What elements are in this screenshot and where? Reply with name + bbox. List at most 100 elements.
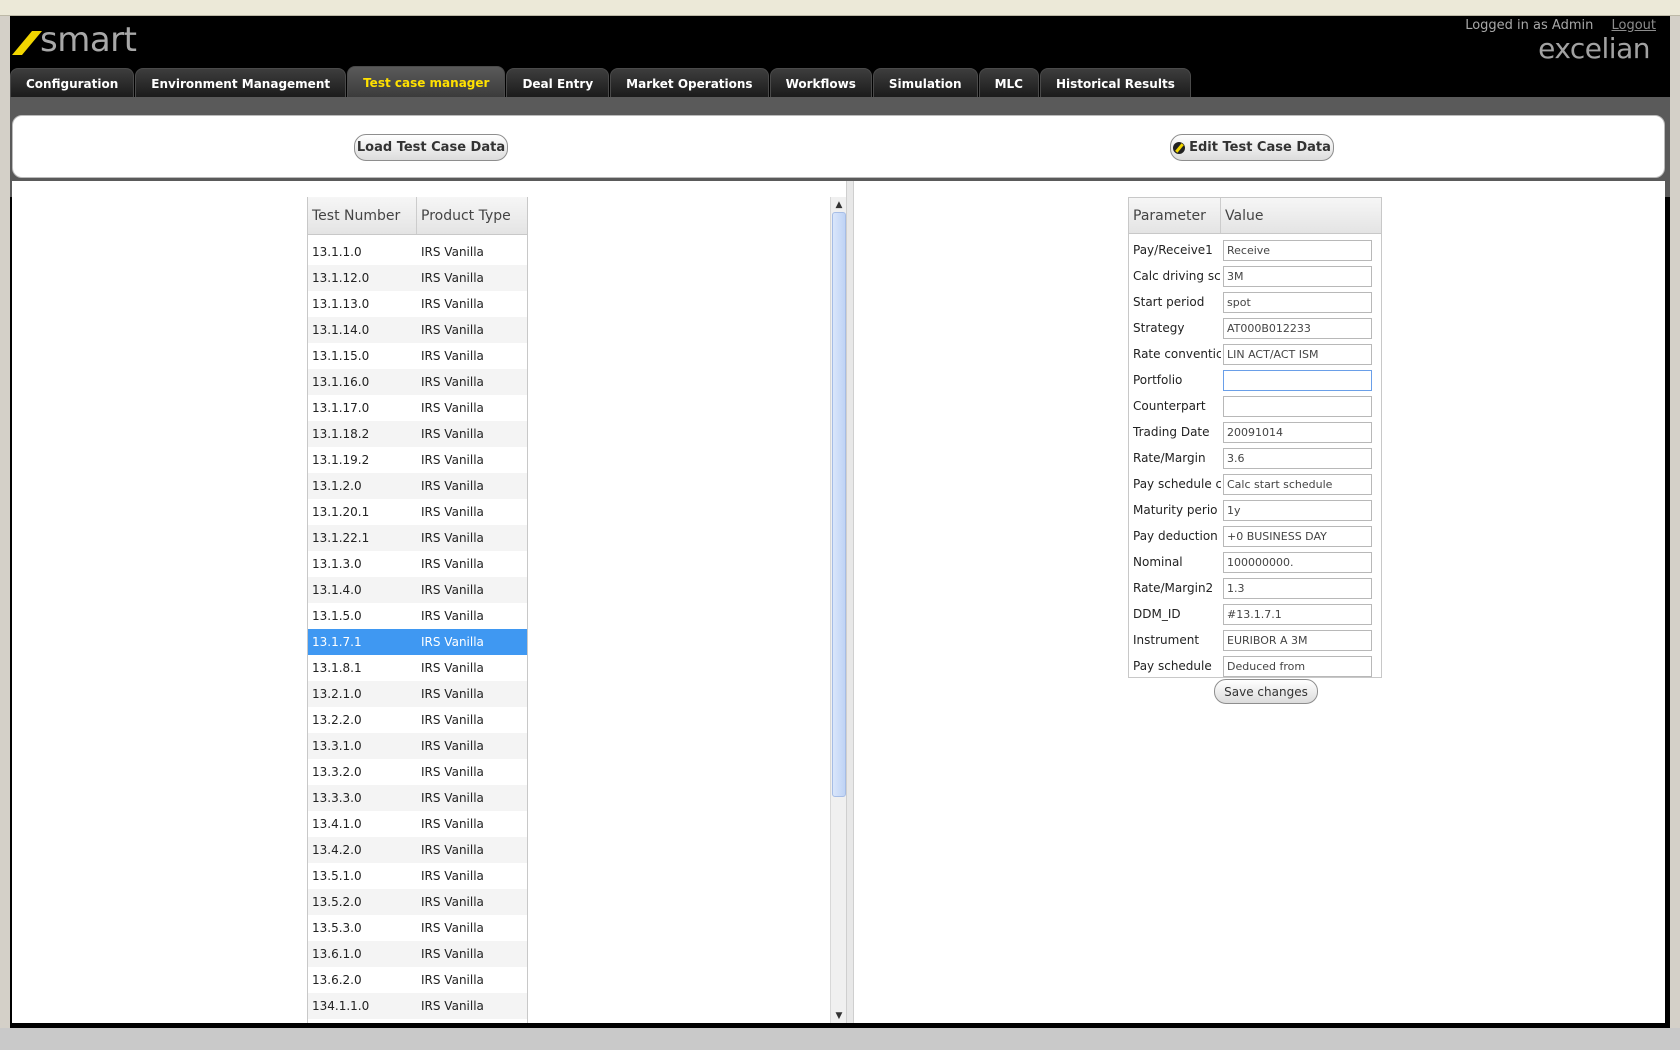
table-row[interactable]: 13.5.3.0 IRS Vanilla — [308, 915, 527, 941]
parameter-name: Maturity perio — [1133, 503, 1218, 517]
load-button-label: Load Test Case Data — [356, 140, 506, 155]
scroll-down-icon[interactable]: ▼ — [831, 1008, 847, 1023]
table-row[interactable]: 13.6.1.0 IRS Vanilla — [308, 941, 527, 967]
parameter-value-input[interactable] — [1223, 655, 1372, 677]
table-row[interactable]: 13.1.8.1 IRS Vanilla — [308, 655, 527, 681]
parameter-name: Start period — [1133, 295, 1205, 309]
column-header-product-type[interactable]: Product Type — [417, 197, 527, 234]
scroll-up-icon[interactable]: ▲ — [831, 197, 847, 212]
table-row[interactable]: 13.6.2.0 IRS Vanilla — [308, 967, 527, 993]
parameter-value-input[interactable] — [1223, 291, 1372, 313]
test-number-cell: 13.1.2.0 — [312, 479, 362, 493]
bottom-strip — [0, 1028, 1680, 1050]
tab-test-case-manager[interactable]: Test case manager — [347, 66, 506, 98]
grid-scrollbar[interactable]: ▲ ▼ — [830, 197, 846, 1023]
parameter-value-input[interactable] — [1223, 395, 1372, 417]
test-number-cell: 134.1.1.0 — [312, 999, 370, 1013]
product-type-cell: IRS Vanilla — [421, 453, 484, 467]
parameter-value-input[interactable] — [1223, 499, 1372, 521]
table-row[interactable]: 13.5.2.0 IRS Vanilla — [308, 889, 527, 915]
parameter-value-input[interactable] — [1223, 343, 1372, 365]
tab-mlc[interactable]: MLC — [978, 68, 1039, 98]
table-row[interactable]: 13.1.19.2 IRS Vanilla — [308, 447, 527, 473]
table-row[interactable]: 134.1.2.0IRS Vanilla — [308, 1019, 527, 1023]
parameter-value-input[interactable] — [1223, 577, 1372, 599]
product-type-cell: IRS Vanilla — [421, 635, 484, 649]
edit-test-case-data-button[interactable]: Edit Test Case Data — [1170, 134, 1334, 161]
parameter-name: Pay schedule c — [1133, 477, 1221, 491]
table-row[interactable]: 13.1.14.0 IRS Vanilla — [308, 317, 527, 343]
parameter-value-input[interactable] — [1223, 603, 1372, 625]
parameter-row: Rate/Margin — [1129, 445, 1381, 471]
table-row[interactable]: 13.3.1.0 IRS Vanilla — [308, 733, 527, 759]
table-row[interactable]: 13.1.5.0 IRS Vanilla — [308, 603, 527, 629]
product-type-cell: IRS Vanilla — [421, 271, 484, 285]
parameter-value-input[interactable] — [1223, 447, 1372, 469]
table-row[interactable]: 13.2.2.0 IRS Vanilla — [308, 707, 527, 733]
parameter-value-input[interactable] — [1223, 473, 1372, 495]
table-row[interactable]: 13.1.18.2 IRS Vanilla — [308, 421, 527, 447]
table-row[interactable]: 13.3.3.0 IRS Vanilla — [308, 785, 527, 811]
tab-workflows[interactable]: Workflows — [769, 68, 872, 98]
table-row[interactable]: 134.1.1.0 IRS Vanilla — [308, 993, 527, 1019]
product-type-cell: IRS Vanilla — [421, 479, 484, 493]
parameter-value-input[interactable] — [1223, 317, 1372, 339]
parameter-value-input[interactable] — [1223, 239, 1372, 261]
product-type-cell: IRS Vanilla — [421, 349, 484, 363]
pane-divider[interactable] — [846, 181, 854, 1023]
table-row[interactable]: 13.1.20.1 IRS Vanilla — [308, 499, 527, 525]
table-row[interactable]: 13.3.2.0 IRS Vanilla — [308, 759, 527, 785]
load-test-case-data-button[interactable]: Load Test Case Data — [354, 134, 508, 161]
parameter-name: Instrument — [1133, 633, 1200, 647]
column-header-test-number[interactable]: Test Number — [308, 197, 417, 234]
parameter-row: Pay schedule c — [1129, 471, 1381, 497]
table-row[interactable]: 13.1.17.0 IRS Vanilla — [308, 395, 527, 421]
parameter-row: Nominal — [1129, 549, 1381, 575]
parameter-name: DDM_ID — [1133, 607, 1181, 621]
tab-simulation[interactable]: Simulation — [872, 68, 978, 98]
parameter-name: Counterpart — [1133, 399, 1206, 413]
parameter-name: Pay schedule — [1133, 659, 1212, 673]
save-changes-button[interactable]: Save changes — [1214, 679, 1318, 704]
tab-historical-results[interactable]: Historical Results — [1039, 68, 1191, 98]
scroll-thumb[interactable] — [832, 212, 846, 797]
tab-configuration[interactable]: Configuration — [10, 68, 135, 98]
test-number-cell: 13.6.1.0 — [312, 947, 362, 961]
table-row[interactable]: 13.1.7.1 IRS Vanilla — [308, 629, 527, 655]
parameter-value-input[interactable] — [1223, 525, 1372, 547]
excelian-brand: excelian — [1538, 32, 1650, 65]
logo-slash-icon — [12, 31, 42, 55]
table-row[interactable]: 13.1.16.0 IRS Vanilla — [308, 369, 527, 395]
tab-environment-management[interactable]: Environment Management — [135, 68, 347, 98]
logout-link[interactable]: Logout — [1611, 18, 1656, 33]
table-row[interactable]: 13.1.1.0 IRS Vanilla — [308, 239, 527, 265]
table-row[interactable]: 13.1.15.0 IRS Vanilla — [308, 343, 527, 369]
table-row[interactable]: 13.4.1.0 IRS Vanilla — [308, 811, 527, 837]
tab-deal-entry[interactable]: Deal Entry — [506, 68, 610, 98]
product-type-cell: IRS Vanilla — [421, 921, 484, 935]
parameter-row: Pay/Receive1 — [1129, 237, 1381, 263]
product-type-cell: IRS Vanilla — [417, 1019, 527, 1023]
table-row[interactable]: 13.1.22.1 IRS Vanilla — [308, 525, 527, 551]
test-number-cell: 13.1.20.1 — [312, 505, 370, 519]
table-row[interactable]: 13.1.13.0 IRS Vanilla — [308, 291, 527, 317]
table-row[interactable]: 13.1.4.0 IRS Vanilla — [308, 577, 527, 603]
table-row[interactable]: 13.1.2.0 IRS Vanilla — [308, 473, 527, 499]
grid-header: Test Number Product Type — [308, 197, 527, 235]
product-type-cell: IRS Vanilla — [421, 869, 484, 883]
table-row[interactable]: 13.5.1.0 IRS Vanilla — [308, 863, 527, 889]
tab-market-operations[interactable]: Market Operations — [610, 68, 769, 98]
parameter-value-input[interactable] — [1223, 265, 1372, 287]
product-type-cell: IRS Vanilla — [421, 583, 484, 597]
parameter-value-input[interactable] — [1223, 551, 1372, 573]
parameter-value-input[interactable] — [1223, 369, 1372, 391]
table-row[interactable]: 13.2.1.0 IRS Vanilla — [308, 681, 527, 707]
table-row[interactable]: 13.4.2.0 IRS Vanilla — [308, 837, 527, 863]
parameter-value-input[interactable] — [1223, 421, 1372, 443]
test-number-cell: 13.5.3.0 — [312, 921, 362, 935]
product-type-cell: IRS Vanilla — [421, 557, 484, 571]
table-row[interactable]: 13.1.3.0 IRS Vanilla — [308, 551, 527, 577]
test-number-cell: 13.1.1.0 — [312, 245, 362, 259]
parameter-value-input[interactable] — [1223, 629, 1372, 651]
table-row[interactable]: 13.1.12.0 IRS Vanilla — [308, 265, 527, 291]
